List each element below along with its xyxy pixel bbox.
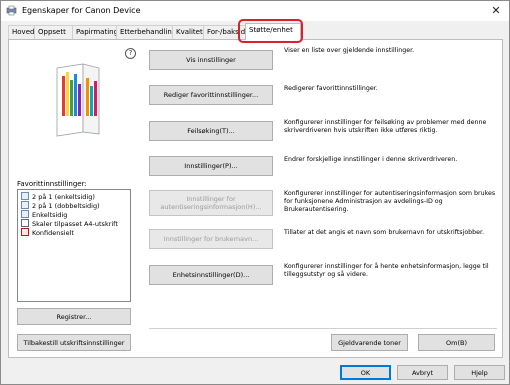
- favorite-item[interactable]: 2 på 1 (dobbeltsidig): [21, 201, 100, 210]
- tab-etterbehandling[interactable]: Etterbehandling: [116, 25, 176, 39]
- favorite-label: Skaler tilpasset A4-utskrift: [32, 220, 118, 228]
- settings-button[interactable]: Innstillinger(P)...: [149, 156, 273, 176]
- username-settings-desc: Tillater at det angis et navn som bruker…: [284, 229, 485, 236]
- edit-favorites-button[interactable]: Rediger favorittinnstillinger...: [149, 85, 273, 105]
- favorites-list[interactable]: 2 på 1 (enkeltsidig) 2 på 1 (dobbeltsidi…: [17, 189, 131, 302]
- cancel-button[interactable]: Avbryt: [397, 365, 448, 380]
- printer-properties-window: Egenskaper for Canon Device ✕ Hoved Opps…: [0, 0, 510, 385]
- close-icon: ✕: [491, 4, 501, 17]
- panel-divider: [149, 328, 497, 329]
- register-button[interactable]: Registrer...: [17, 308, 131, 325]
- edit-favorites-desc: Redigerer favorittinnstillinger.: [284, 85, 378, 92]
- favorites-label: Favorittinnstillinger:: [17, 180, 87, 188]
- help-icon[interactable]: ?: [125, 48, 136, 59]
- troubleshooting-button[interactable]: Feilsøking(T)...: [149, 121, 273, 141]
- favorite-item[interactable]: Skaler tilpasset A4-utskrift: [21, 219, 118, 228]
- current-toner-button[interactable]: Gjeldvarende toner: [331, 334, 408, 351]
- page-icon: [21, 210, 29, 218]
- ok-button[interactable]: OK: [340, 365, 391, 380]
- favorite-item[interactable]: Enkeltsidig: [21, 210, 67, 219]
- page-icon: [21, 201, 29, 209]
- favorite-label: 2 på 1 (enkeltsidig): [32, 193, 95, 201]
- help-button[interactable]: Hjelp: [454, 365, 505, 380]
- printer-app-icon: [6, 5, 17, 16]
- title-bar: Egenskaper for Canon Device ✕: [1, 1, 509, 21]
- about-button[interactable]: Om(B): [418, 334, 495, 351]
- device-settings-desc: Konfigurerer innstillinger for å hente e…: [284, 263, 489, 278]
- tab-oppsett[interactable]: Oppsett: [34, 25, 73, 39]
- favorite-item[interactable]: Konfidensielt: [21, 228, 74, 237]
- troubleshooting-desc: Konfigurerer innstillinger for feilsøkin…: [284, 119, 487, 134]
- print-preview-image: [56, 63, 100, 137]
- close-button[interactable]: ✕: [489, 4, 503, 18]
- tab-hoved[interactable]: Hoved: [8, 25, 35, 39]
- window-title: Egenskaper for Canon Device: [22, 6, 141, 15]
- favorite-item[interactable]: 2 på 1 (enkeltsidig): [21, 192, 95, 201]
- scale-icon: [21, 219, 29, 227]
- device-settings-button[interactable]: Enhetsinnstillinger(D)...: [149, 265, 273, 285]
- support-device-panel: ? Favorittinnstillinger: 2 på 1 (enkelts…: [8, 39, 503, 358]
- tab-kvalitet[interactable]: Kvalitet: [172, 25, 204, 39]
- username-settings-button[interactable]: Innstillinger for brukernavn...: [149, 229, 273, 249]
- settings-desc: Endrer forskjellige innstillinger i denn…: [284, 156, 458, 163]
- favorite-label: 2 på 1 (dobbeltsidig): [32, 202, 100, 210]
- show-settings-desc: Viser en liste over gjeldende innstillin…: [284, 47, 415, 54]
- reset-print-settings-button[interactable]: Tilbakestill utskriftsinnstillinger: [17, 334, 131, 351]
- favorite-label: Enkeltsidig: [32, 211, 68, 219]
- show-settings-button[interactable]: Vis innstillinger: [149, 50, 273, 70]
- page-icon: [21, 192, 29, 200]
- tab-papirmating[interactable]: Papirmating: [72, 25, 118, 39]
- auth-info-settings-button[interactable]: Innstillinger for autentiseringsinformas…: [149, 190, 273, 216]
- confidential-icon: [21, 228, 29, 236]
- tab-strip: Hoved Oppsett Papirmating Etterbehandlin…: [8, 23, 503, 40]
- auth-info-settings-desc: Konfigurerer innstillinger for autentise…: [284, 190, 496, 213]
- tab-for-bakside[interactable]: For-/bakside: [203, 25, 250, 39]
- tab-stotte-enhet[interactable]: Støtte/enhet: [245, 23, 301, 40]
- favorite-label: Konfidensielt: [32, 229, 74, 237]
